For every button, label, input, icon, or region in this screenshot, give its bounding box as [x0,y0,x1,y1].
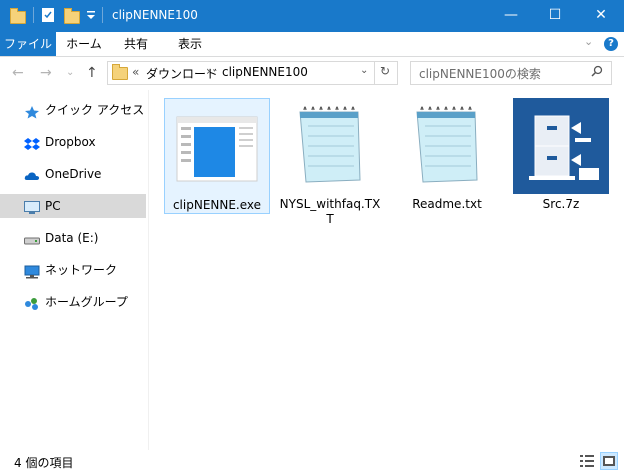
monitor-icon [24,199,40,214]
expand-ribbon-icon[interactable]: ⌄ [584,35,593,48]
homegroup-icon [24,295,40,310]
folder-icon [112,64,128,80]
address-bar[interactable]: « ダウンロード › clipNENNE100 ⌄ ↻ [107,61,398,85]
minimize-button[interactable]: — [488,0,534,32]
file-name: Src.7z [542,197,580,211]
file-item-src-7z[interactable]: Src.7z [509,98,613,212]
up-button[interactable]: ↑ [86,65,98,81]
refresh-icon[interactable]: ↻ [380,64,390,78]
nav-item-pc[interactable]: PC [0,194,146,218]
file-item-clipnenne-exe[interactable]: clipNENNE.exe [164,98,270,214]
star-icon [24,103,40,119]
cloud-icon [24,167,40,181]
tab-view[interactable]: 表示 [168,32,212,56]
nav-item-data-drive[interactable]: Data (E:) [0,226,146,250]
title-bar: clipNENNE100 — ☐ ✕ [0,0,624,32]
breadcrumb-overflow[interactable]: « [132,65,139,79]
item-count: 4 個の項目 [14,456,74,470]
tab-share[interactable]: 共有 [116,32,156,56]
nav-item-quick-access[interactable]: クイック アクセス [0,98,146,122]
nav-item-dropbox[interactable]: Dropbox [0,130,146,154]
large-icons-view-icon[interactable] [600,452,618,470]
search-input[interactable]: clipNENNE100の検索 [410,61,612,85]
ribbon: ファイル ホーム 共有 表示 ⌄ ? [0,32,624,57]
file-name: NYSL_withfaq.TXT [279,197,381,226]
customize-quick-access-icon[interactable] [86,9,96,27]
drive-icon [24,231,40,245]
nav-item-network[interactable]: ネットワーク [0,258,146,282]
navigation-pane: クイック アクセス Dropbox OneDrive PC Data (E:) … [0,90,149,450]
file-name: clipNENNE.exe [172,198,262,212]
file-name: Readme.txt [412,197,482,211]
file-item-nysl-withfaq[interactable]: NYSL_withfaq.TXT [278,98,382,228]
help-icon[interactable]: ? [604,37,618,51]
divider [102,7,103,23]
divider [33,7,34,23]
exe-thumbnail [165,99,269,195]
folder-icon [10,7,26,25]
window-title: clipNENNE100 [112,8,198,22]
close-button[interactable]: ✕ [578,0,624,32]
notepad-icon [395,98,499,194]
archive-icon [509,98,613,194]
divider [374,62,375,84]
network-icon [24,263,40,279]
notepad-icon [278,98,382,194]
breadcrumb-separator[interactable]: › [206,64,211,78]
breadcrumb-current[interactable]: clipNENNE100 [222,65,308,79]
dropbox-icon [24,135,40,150]
search-placeholder: clipNENNE100の検索 [419,67,541,81]
new-folder-icon[interactable] [64,7,80,25]
file-view: clipNENNE.exe NYSL_withfaq.TXT Readme.tx… [149,90,624,448]
forward-button[interactable]: → [40,65,52,81]
address-dropdown-icon[interactable]: ⌄ [360,65,368,76]
back-button[interactable]: ← [12,65,24,81]
maximize-button[interactable]: ☐ [532,0,578,32]
tab-home[interactable]: ホーム [62,32,106,56]
recent-locations-icon[interactable]: ⌄ [66,67,74,78]
search-icon[interactable] [591,65,603,80]
details-view-icon[interactable] [579,453,595,472]
file-item-readme[interactable]: Readme.txt [395,98,499,212]
nav-item-onedrive[interactable]: OneDrive [0,162,146,186]
status-bar: 4 個の項目 [0,450,624,472]
tab-file[interactable]: ファイル [0,32,56,56]
properties-icon[interactable] [40,7,56,25]
nav-item-homegroup[interactable]: ホームグループ [0,290,146,314]
